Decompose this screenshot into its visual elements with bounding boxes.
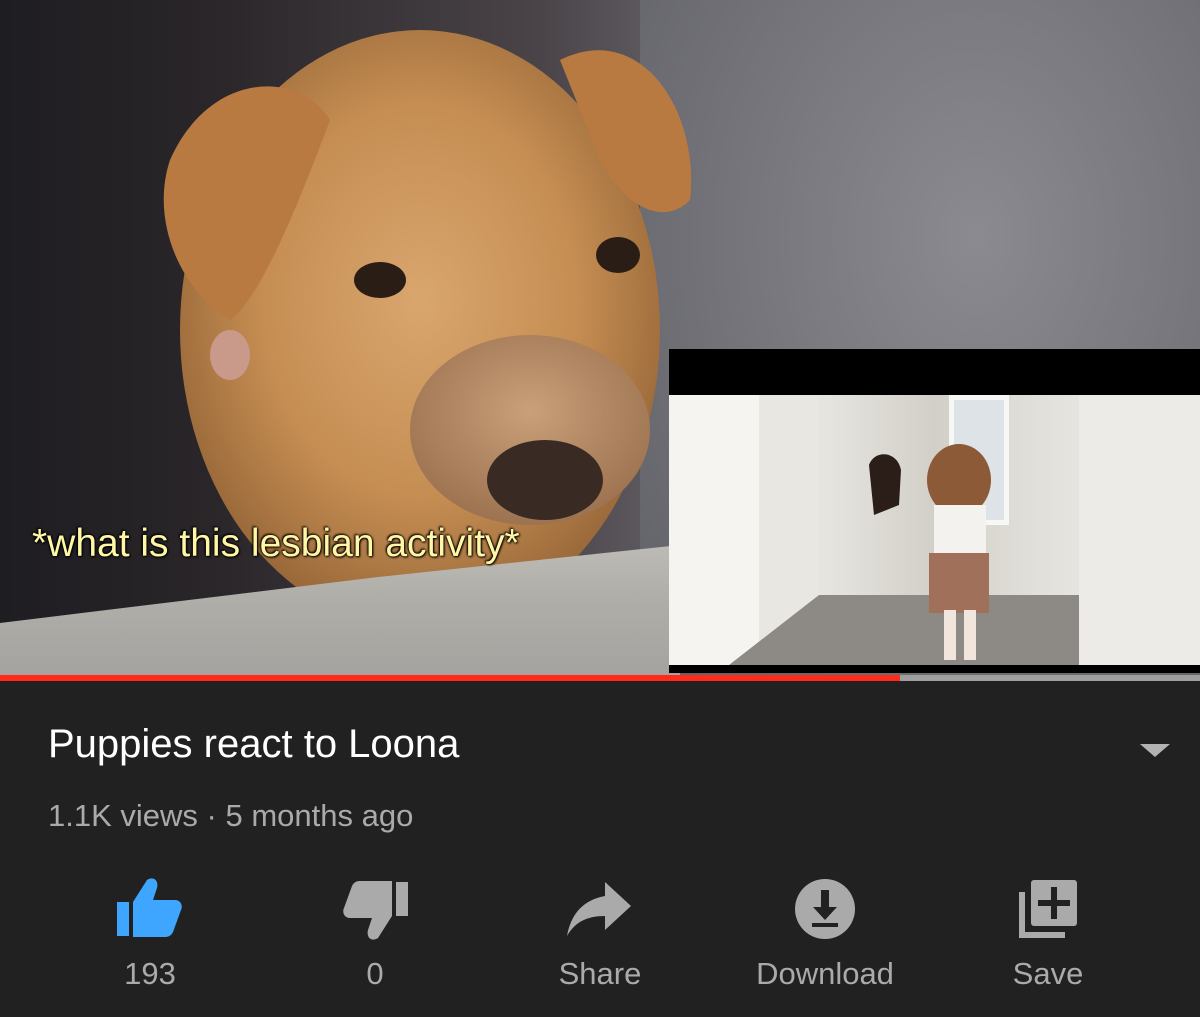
progress-bar[interactable] (0, 675, 1200, 681)
share-label: Share (558, 956, 642, 991)
expand-description-icon[interactable] (1140, 744, 1170, 757)
action-bar: 193 0 Share Download Save (0, 870, 1200, 1010)
dislike-count: 0 (366, 956, 384, 991)
like-button[interactable]: 193 (50, 870, 250, 1000)
save-button[interactable]: Save (948, 870, 1148, 1000)
meta-separator: · (197, 798, 226, 833)
view-count: 1.1K views (48, 798, 198, 833)
add-to-playlist-icon (1019, 880, 1077, 938)
dislike-button[interactable]: 0 (275, 870, 475, 1000)
video-player[interactable]: *what is this lesbian activity* (0, 0, 1200, 675)
thumbs-down-icon (343, 881, 408, 940)
download-button[interactable]: Download (725, 870, 925, 1000)
download-label: Download (756, 956, 894, 991)
inset-music-video (669, 349, 1200, 673)
share-icon (567, 882, 631, 936)
thumbs-up-icon (117, 878, 182, 937)
video-caption: *what is this lesbian activity* (32, 522, 520, 565)
hallway-scene (669, 395, 1200, 665)
video-title: Puppies react to Loona (48, 722, 460, 766)
video-meta: 1.1K views · 5 months ago (48, 798, 413, 834)
progress-bar-played (0, 675, 900, 681)
download-icon (795, 879, 855, 939)
share-button[interactable]: Share (500, 870, 700, 1000)
upload-age: 5 months ago (225, 798, 414, 833)
like-count: 193 (124, 956, 176, 991)
save-label: Save (1012, 956, 1084, 991)
